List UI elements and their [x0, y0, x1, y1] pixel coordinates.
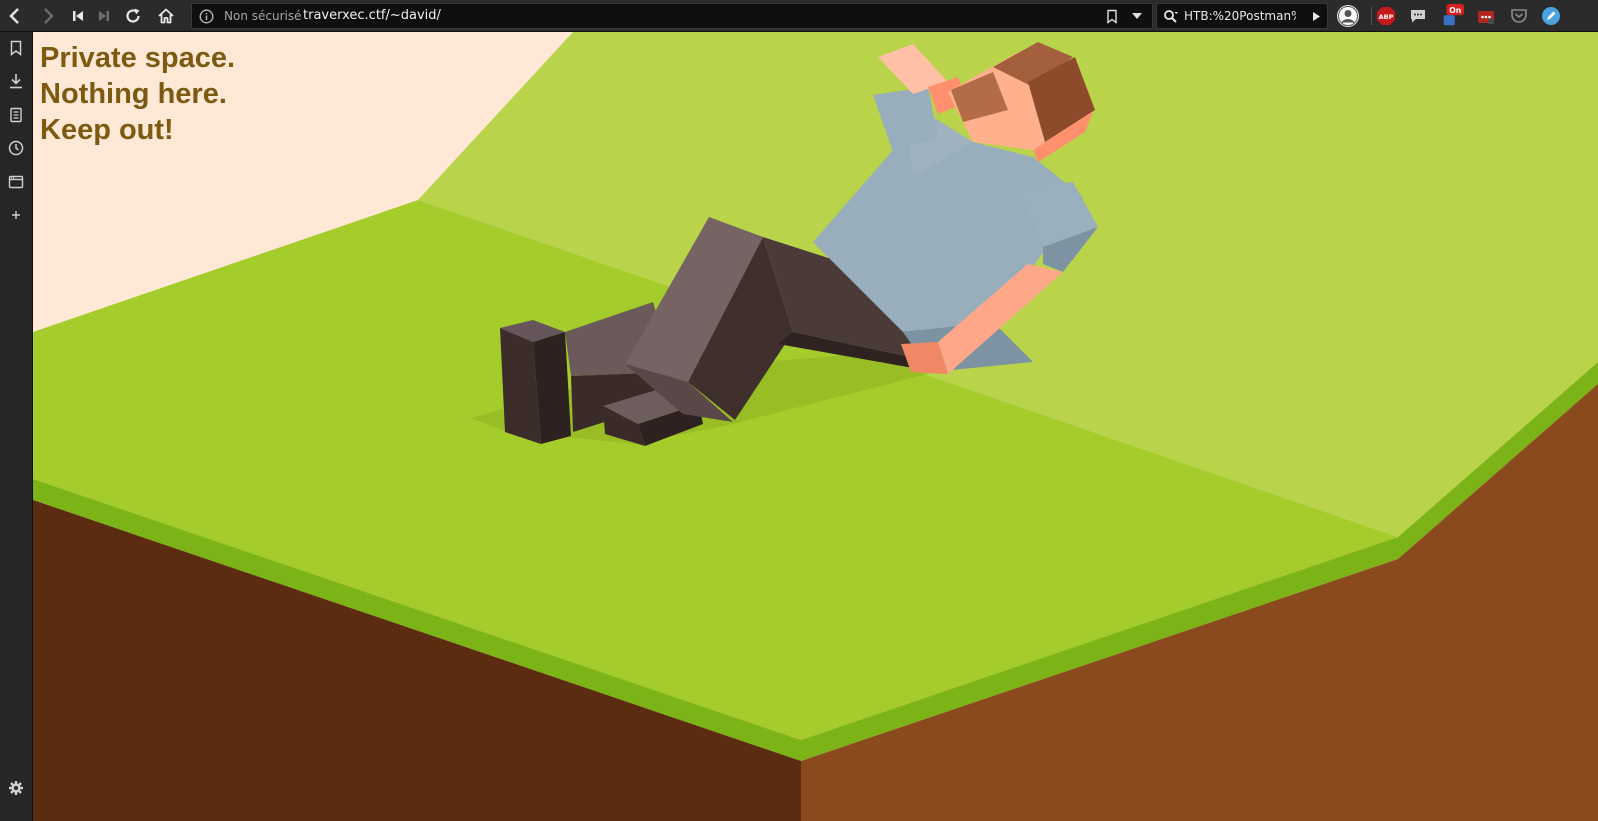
browser-toolbar: Non sécurisé traverxec.ctf/~david/ HTB:%…: [0, 0, 1598, 32]
notes-icon: [10, 107, 22, 123]
search-input[interactable]: HTB:%20Postman%: [1184, 9, 1296, 23]
sidebar-add-panel-button[interactable]: [5, 204, 27, 226]
page-message: Private space. Nothing here. Keep out!: [40, 40, 235, 148]
chat-extension-button[interactable]: [1406, 4, 1430, 28]
gear-icon: [9, 781, 23, 795]
bookmark-icon: [10, 40, 22, 56]
adblock-icon: ABP: [1377, 7, 1395, 25]
editor-extension-button[interactable]: [1539, 4, 1563, 28]
chevron-down-icon[interactable]: [1132, 13, 1142, 20]
url-text[interactable]: traverxec.ctf/~david/: [303, 8, 441, 23]
extension-badge-icon: On: [1443, 4, 1464, 26]
address-bar[interactable]: Non sécurisé traverxec.ctf/~david/: [191, 3, 1153, 29]
skip-back-icon: [73, 11, 83, 21]
search-bar[interactable]: HTB:%20Postman%: [1156, 3, 1328, 29]
download-icon: [10, 74, 22, 89]
forward-button[interactable]: [33, 0, 63, 32]
bookmark-icon[interactable]: [1106, 9, 1118, 24]
adblock-label: ABP: [1379, 13, 1394, 21]
sidebar-window-button[interactable]: [5, 171, 27, 193]
pocket-button[interactable]: [1507, 4, 1531, 28]
arrow-left-icon: [9, 8, 19, 24]
connection-status-label: Non sécurisé: [224, 9, 302, 23]
window-icon: [8, 175, 24, 189]
password-extension-button[interactable]: [1474, 4, 1498, 28]
skip-forward-icon: [99, 11, 109, 21]
sidebar-history-button[interactable]: [5, 137, 27, 159]
message-line-1: Private space.: [40, 42, 236, 74]
chat-bubble-icon: [1411, 10, 1425, 23]
account-button[interactable]: [1336, 4, 1360, 28]
reload-icon: [126, 8, 140, 23]
toolbar-separator: [1371, 7, 1372, 25]
web-page: Private space. Nothing here. Keep out!: [33, 32, 1598, 821]
fast-forward-button[interactable]: [89, 0, 119, 32]
info-icon[interactable]: [199, 9, 214, 24]
browser-sidebar: [0, 32, 33, 821]
message-line-2: Nothing here.: [40, 78, 227, 110]
sidebar-bookmarks-button[interactable]: [5, 37, 27, 59]
reload-button[interactable]: [118, 0, 148, 32]
back-button[interactable]: [0, 0, 30, 32]
pen-badge-icon: [1542, 7, 1560, 25]
clock-icon: [8, 140, 24, 156]
plus-icon: [12, 211, 20, 219]
home-button[interactable]: [151, 0, 181, 32]
adblock-button[interactable]: ABP: [1374, 4, 1398, 28]
toggle-extension-button[interactable]: On: [1440, 4, 1464, 28]
play-icon[interactable]: [1313, 12, 1320, 21]
password-manager-icon: [1478, 11, 1494, 24]
message-line-3: Keep out!: [40, 114, 174, 146]
sidebar-downloads-button[interactable]: [5, 70, 27, 92]
isometric-illustration: [33, 32, 1598, 821]
pocket-icon: [1511, 9, 1527, 23]
sidebar-notes-button[interactable]: [5, 104, 27, 126]
arrow-right-icon: [44, 8, 54, 24]
user-avatar-icon: [1337, 5, 1359, 27]
home-icon: [158, 8, 174, 24]
extension-badge-label: On: [1449, 6, 1461, 15]
sidebar-settings-button[interactable]: [5, 777, 27, 799]
search-icon[interactable]: [1163, 9, 1179, 25]
